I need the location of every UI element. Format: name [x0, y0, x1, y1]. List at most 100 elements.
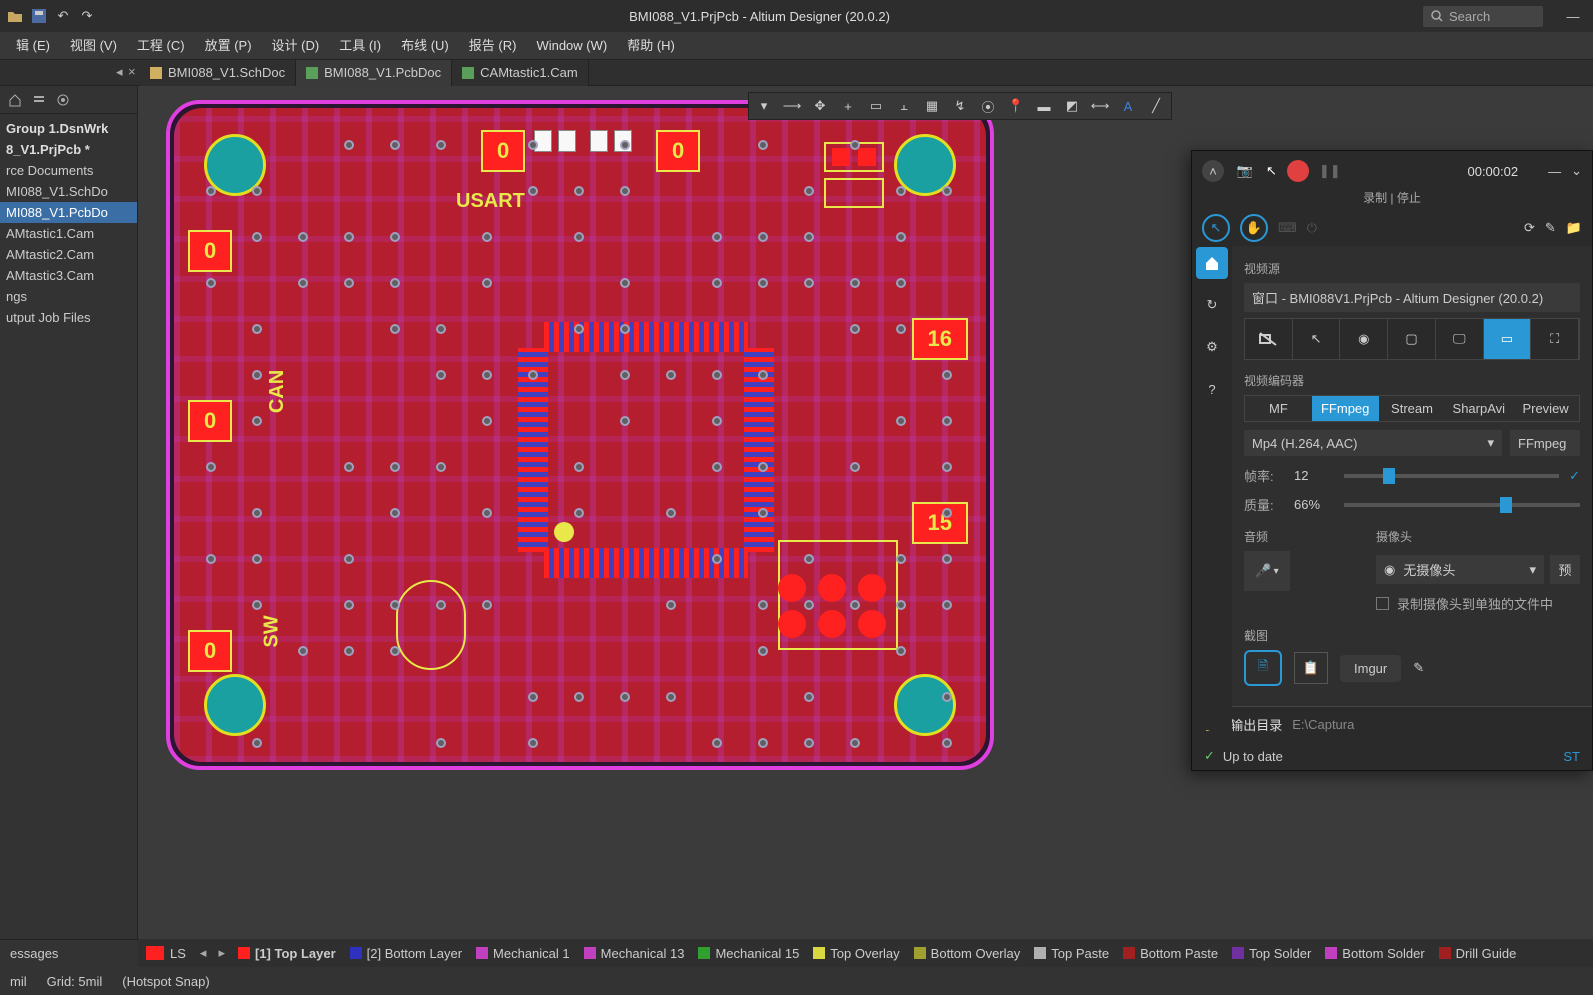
align-icon[interactable]: ⫠ — [895, 97, 913, 115]
source-select[interactable]: 窗口 - BMI088V1.PrjPcb - Altium Designer (… — [1244, 283, 1580, 312]
redo-icon[interactable]: ↷ — [78, 7, 96, 25]
filter-icon[interactable]: ▾ — [755, 97, 773, 115]
layer-next[interactable]: ▸ — [212, 945, 231, 961]
menu-place[interactable]: 放置 (P) — [195, 32, 262, 60]
clipboard-button[interactable]: 📋 — [1294, 652, 1328, 684]
menu-help[interactable]: 帮助 (H) — [617, 32, 685, 60]
layer-tab[interactable]: Bottom Paste — [1116, 946, 1225, 961]
tree-cam2[interactable]: AMtastic2.Cam — [0, 244, 137, 265]
help-tab[interactable]: ? — [1196, 373, 1228, 405]
keyboard-icon[interactable]: ⌨ — [1278, 220, 1297, 236]
pin-icon[interactable]: 📍 — [1007, 97, 1025, 115]
move-icon[interactable]: ✥ — [811, 97, 829, 115]
mode-screen[interactable]: 🖵 — [1436, 319, 1484, 359]
panel-home-icon[interactable] — [8, 93, 22, 107]
imgur-button[interactable]: Imgur — [1340, 655, 1401, 682]
tree-project[interactable]: 8_V1.PrjPcb * — [0, 139, 137, 160]
rect-icon[interactable]: ▭ — [867, 97, 885, 115]
tab-close[interactable]: × — [124, 60, 140, 83]
layer-prev[interactable]: ◂ — [194, 945, 213, 961]
tab-schdoc[interactable]: BMI088_V1.SchDoc — [140, 60, 296, 86]
hand-tool[interactable]: ✋ — [1240, 214, 1268, 242]
text-icon[interactable]: A — [1119, 97, 1137, 115]
enc-mf[interactable]: MF — [1245, 396, 1312, 421]
save-screenshot-button[interactable]: 🗎 — [1244, 650, 1282, 686]
menu-tools[interactable]: 工具 (I) — [329, 32, 391, 60]
history-tab[interactable]: ↻ — [1196, 289, 1228, 321]
layer-tab[interactable]: Bottom Solder — [1318, 946, 1431, 961]
layer-tab[interactable]: Mechanical 15 — [691, 946, 806, 961]
mode-fullscreen[interactable]: ⛶ — [1531, 319, 1579, 359]
via-icon[interactable]: ⦿ — [979, 97, 997, 115]
screenshot-button[interactable]: 📷 — [1234, 160, 1256, 182]
outdir-path[interactable]: E:\Captura — [1292, 717, 1354, 732]
save-icon[interactable] — [30, 7, 48, 25]
format-select[interactable]: Mp4 (H.264, AAC)▾ — [1244, 430, 1502, 456]
minimize-button[interactable]: — — [1559, 9, 1587, 24]
screen-recorder-window[interactable]: ˄ 📷 ↖ ❚❚ 00:00:02 — ⌄ 录制 | 停止 ↖ ✋ ⌨ ⏻ ⟳ … — [1191, 150, 1593, 771]
edit-icon[interactable]: ✎ — [1545, 220, 1556, 236]
folder-icon[interactable] — [6, 7, 24, 25]
ffmpeg-config[interactable]: FFmpeg — [1510, 430, 1580, 456]
camera-separate-checkbox[interactable] — [1376, 597, 1389, 610]
tree-workspace[interactable]: Group 1.DsnWrk — [0, 118, 137, 139]
fps-slider[interactable] — [1344, 474, 1559, 478]
menu-window[interactable]: Window (W) — [526, 32, 617, 60]
quality-slider[interactable] — [1344, 503, 1580, 507]
fps-check-icon[interactable]: ✓ — [1569, 468, 1580, 484]
mode-no-video[interactable] — [1245, 319, 1293, 359]
minimize-icon[interactable]: — — [1548, 164, 1561, 179]
panel-gear-icon[interactable] — [56, 93, 70, 107]
layer-tab[interactable]: Mechanical 13 — [577, 946, 692, 961]
tree-cam3[interactable]: AMtastic3.Cam — [0, 265, 137, 286]
mode-webcam[interactable]: ◉ — [1340, 319, 1388, 359]
edit-screenshot-icon[interactable]: ✎ — [1413, 660, 1424, 676]
layer-tab[interactable]: Top Solder — [1225, 946, 1318, 961]
layer-tab[interactable]: Bottom Overlay — [907, 946, 1028, 961]
collapse-button[interactable]: ˄ — [1202, 160, 1224, 182]
tab-pcbdoc[interactable]: BMI088_V1.PcbDoc — [296, 60, 452, 86]
select-icon[interactable]: ⟶ — [783, 97, 801, 115]
tab-cam[interactable]: CAMtastic1.Cam — [452, 60, 589, 86]
mic-select[interactable]: 🎤▾ — [1244, 551, 1290, 591]
fill-icon[interactable]: ▬ — [1035, 97, 1053, 115]
search-input[interactable]: Search — [1423, 6, 1543, 27]
settings-tab[interactable]: ⚙ — [1196, 331, 1228, 363]
layer-tab[interactable]: Top Overlay — [806, 946, 906, 961]
tree-pcbdoc[interactable]: MI088_V1.PcbDo — [0, 202, 137, 223]
camera-preview-button[interactable]: 预 — [1550, 555, 1580, 584]
menu-route[interactable]: 布线 (U) — [391, 32, 459, 60]
refresh-icon[interactable]: ⟳ — [1524, 220, 1535, 236]
folder-icon[interactable]: 📁 — [1566, 220, 1582, 236]
enc-stream[interactable]: Stream — [1379, 396, 1446, 421]
plus-icon[interactable]: + — [839, 97, 857, 115]
pointer-tool[interactable]: ↖ — [1202, 214, 1230, 242]
dim-icon[interactable]: ⟷ — [1091, 97, 1109, 115]
mode-window[interactable]: ▢ — [1388, 319, 1436, 359]
expand-icon[interactable]: ⌄ — [1571, 163, 1582, 179]
menu-view[interactable]: 视图 (V) — [60, 32, 127, 60]
layer-icon[interactable]: ▦ — [923, 97, 941, 115]
mode-cursor[interactable]: ↖ — [1293, 319, 1341, 359]
enc-ffmpeg[interactable]: FFmpeg — [1312, 396, 1379, 421]
enc-sharpavi[interactable]: SharpAvi — [1445, 396, 1512, 421]
tree-cam1[interactable]: AMtastic1.Cam — [0, 223, 137, 244]
pcb-board[interactable]: 0 0 0 0 0 16 15 USART CAN SW — [166, 100, 994, 770]
tree-schdoc[interactable]: MI088_V1.SchDo — [0, 181, 137, 202]
power-icon[interactable]: ⏻ — [1307, 220, 1317, 236]
tree-source-documents[interactable]: rce Documents — [0, 160, 137, 181]
menu-design[interactable]: 设计 (D) — [262, 32, 330, 60]
line-icon[interactable]: ╱ — [1147, 97, 1165, 115]
layer-tab[interactable]: Drill Guide — [1432, 946, 1524, 961]
menu-edit[interactable]: 辑 (E) — [6, 32, 60, 60]
mode-region[interactable]: ▭ — [1484, 319, 1532, 359]
tree-output-jobs[interactable]: utput Job Files — [0, 307, 137, 328]
home-tab[interactable] — [1196, 247, 1228, 279]
poly-icon[interactable]: ◩ — [1063, 97, 1081, 115]
menu-reports[interactable]: 报告 (R) — [459, 32, 527, 60]
pause-button[interactable]: ❚❚ — [1319, 163, 1341, 179]
layer-tab[interactable]: Mechanical 1 — [469, 946, 577, 961]
menu-project[interactable]: 工程 (C) — [127, 32, 195, 60]
undo-icon[interactable]: ↶ — [54, 7, 72, 25]
tree-settings[interactable]: ngs — [0, 286, 137, 307]
